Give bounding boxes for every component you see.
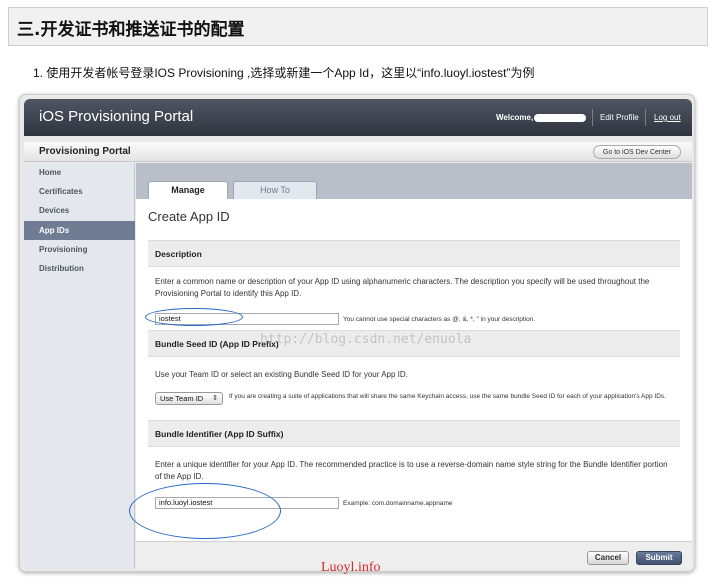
dev-center-button[interactable]: Go to iOS Dev Center [592, 145, 681, 159]
form-footer: Cancel Submit [136, 541, 692, 569]
tab-how-to[interactable]: How To [233, 181, 317, 199]
description-hint: You cannot use special characters as @, … [343, 316, 536, 323]
sidebar-item-app-ids[interactable]: App IDs [24, 221, 135, 240]
topbar-divider [645, 109, 646, 126]
bundle-seed-help-text: Use your Team ID or select an existing B… [155, 370, 408, 379]
portal-title: iOS Provisioning Portal [39, 108, 194, 125]
tab-manage[interactable]: Manage [148, 181, 228, 199]
page-title: Create App ID [148, 209, 230, 224]
highlight-ellipse [145, 308, 243, 326]
bundle-seed-select-value: Use Team ID [160, 394, 204, 403]
sidebar: Home Certificates Devices App IDs Provis… [24, 163, 135, 569]
highlight-ellipse [129, 483, 281, 539]
bundle-identifier-help-text: Enter a unique identifier for your App I… [155, 460, 668, 481]
portal-subbar: Provisioning Portal Go to iOS Dev Center [24, 142, 692, 162]
doc-section-header: 三.开发证书和推送证书的配置 [8, 7, 708, 46]
bundle-identifier-section-header: Bundle Identifier (App ID Suffix) [148, 420, 680, 447]
signature-text: Luoyl.info [321, 560, 381, 575]
submit-button[interactable]: Submit [636, 551, 682, 565]
subbar-title: Provisioning Portal [39, 146, 131, 157]
doc-section-title: 三.开发证书和推送证书的配置 [17, 20, 245, 40]
bundle-seed-select[interactable]: Use Team ID ⇕ [155, 392, 223, 405]
doc-step-text: 1. 使用开发者帐号登录IOS Provisioning ,选择或新建一个App… [33, 66, 535, 80]
welcome-label: Welcome, [496, 113, 534, 122]
sidebar-item-provisioning[interactable]: Provisioning [24, 240, 135, 259]
tab-strip: Manage How To [136, 163, 692, 199]
sidebar-item-devices[interactable]: Devices [24, 201, 135, 220]
edit-profile-link[interactable]: Edit Profile [600, 113, 639, 122]
select-arrows-icon: ⇕ [212, 395, 218, 402]
description-section-header: Description [148, 240, 680, 267]
redacted-username [534, 114, 586, 122]
portal-topbar: iOS Provisioning Portal Welcome, Edit Pr… [24, 99, 692, 136]
sidebar-item-distribution[interactable]: Distribution [24, 259, 135, 278]
bundle-identifier-hint: Example: com.domainname.appname [343, 500, 453, 507]
sidebar-item-home[interactable]: Home [24, 163, 135, 182]
cancel-button[interactable]: Cancel [587, 551, 629, 565]
bundle-seed-hint: If you are creating a suite of applicati… [229, 393, 666, 400]
logout-link[interactable]: Log out [654, 113, 681, 122]
sidebar-item-certificates[interactable]: Certificates [24, 182, 135, 201]
topbar-divider [592, 109, 593, 126]
description-help-text: Enter a common name or description of yo… [155, 277, 650, 298]
watermark-text: http://blog.csdn.net/enuola [260, 332, 472, 347]
